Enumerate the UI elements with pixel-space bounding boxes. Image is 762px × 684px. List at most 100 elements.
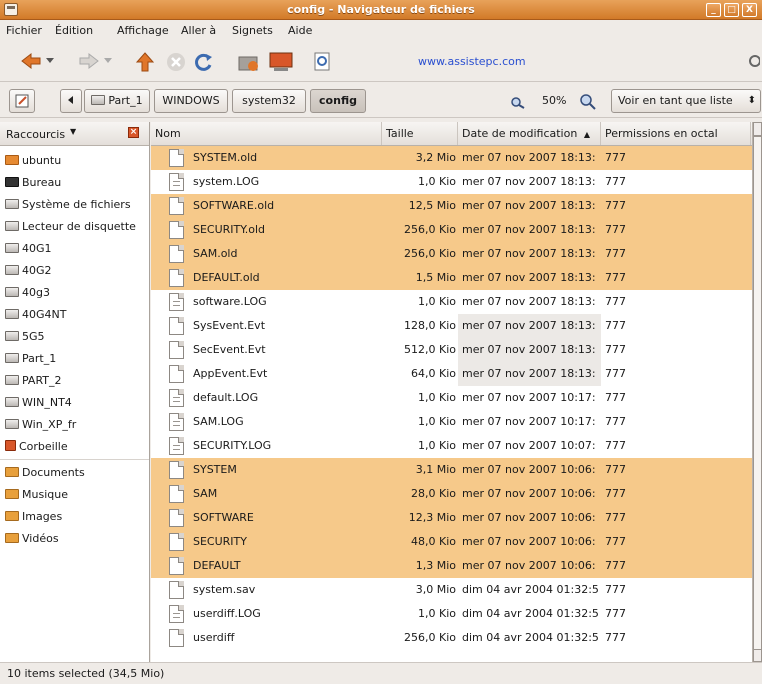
file-size: 28,0 Kio — [411, 487, 456, 500]
back-arrow-icon[interactable] — [20, 52, 42, 70]
menu-edition[interactable]: Édition — [55, 24, 93, 37]
sort-ascending-icon: ▲ — [583, 130, 590, 139]
stop-icon[interactable] — [166, 52, 186, 72]
file-row[interactable]: userdiff 256,0 Kio dim 04 avr 2004 01:32:5… — [151, 626, 752, 650]
path-button-part1[interactable]: Part_1 — [84, 89, 150, 113]
sidebar-header[interactable]: Raccourcis ▼ × — [0, 122, 149, 146]
up-arrow-icon[interactable] — [136, 52, 154, 72]
file-row[interactable]: SECURITY.LOG 1,0 Kio mer 07 nov 2007 10:07… — [151, 434, 752, 458]
sidebar-item[interactable]: Images — [5, 508, 148, 526]
path-button-system32[interactable]: system32 — [232, 89, 306, 113]
sidebar-item[interactable]: Bureau — [5, 174, 148, 192]
forward-dropdown-icon[interactable] — [104, 58, 112, 64]
file-row[interactable]: userdiff.LOG 1,0 Kio dim 04 avr 2004 01:32… — [151, 602, 752, 626]
file-size: 256,0 Kio — [404, 223, 456, 236]
sidebar-item[interactable]: WIN_NT4 — [5, 394, 148, 412]
file-row[interactable]: DEFAULT 1,3 Mio mer 07 nov 2007 10:06: 777 — [151, 554, 752, 578]
zoom-out-icon[interactable] — [511, 97, 525, 109]
path-button-windows[interactable]: WINDOWS — [154, 89, 228, 113]
file-row[interactable]: software.LOG 1,0 Kio mer 07 nov 2007 18:13… — [151, 290, 752, 314]
file-row[interactable]: SYSTEM 3,1 Mio mer 07 nov 2007 10:06: 777 — [151, 458, 752, 482]
sidebar-item[interactable]: PART_2 — [5, 372, 148, 390]
sidebar-item-label: Lecteur de disquette — [22, 220, 136, 233]
sidebar-title: Raccourcis — [6, 128, 66, 141]
document-icon — [169, 149, 184, 167]
file-permissions: 777 — [605, 367, 626, 380]
sidebar-item[interactable]: Système de fichiers — [5, 196, 148, 214]
sidebar-item-label: 40G1 — [22, 242, 52, 255]
file-row[interactable]: system.sav 3,0 Mio dim 04 avr 2004 01:32:5… — [151, 578, 752, 602]
vertical-scrollbar[interactable] — [752, 122, 762, 662]
back-dropdown-icon[interactable] — [46, 58, 54, 64]
sidebar-item[interactable]: Documents — [5, 464, 148, 482]
file-row[interactable]: SOFTWARE 12,3 Mio mer 07 nov 2007 10:06: 77… — [151, 506, 752, 530]
document-icon — [169, 245, 184, 263]
sidebar-item[interactable]: 40g3 — [5, 284, 148, 302]
menu-signets[interactable]: Signets — [232, 24, 273, 37]
sidebar-item[interactable]: 40G4NT — [5, 306, 148, 324]
file-row[interactable]: SOFTWARE.old 12,5 Mio mer 07 nov 2007 18:1… — [151, 194, 752, 218]
view-mode-select[interactable]: Voir en tant que liste ⬍ — [611, 89, 761, 113]
minimize-button[interactable]: _ — [706, 3, 721, 17]
zoom-in-icon[interactable] — [580, 94, 596, 110]
sidebar-close-icon[interactable]: × — [128, 127, 139, 138]
path-scroll-left-button[interactable] — [60, 89, 82, 113]
file-permissions: 777 — [605, 583, 626, 596]
edit-location-icon — [15, 94, 29, 108]
menu-affichage[interactable]: Affichage — [117, 24, 169, 37]
file-size: 48,0 Kio — [411, 535, 456, 548]
sidebar-item[interactable]: Corbeille — [5, 438, 148, 456]
scroll-thumb[interactable] — [753, 136, 762, 656]
sidebar-item[interactable]: Musique — [5, 486, 148, 504]
file-row[interactable]: SYSTEM.old 3,2 Mio mer 07 nov 2007 18:13: 7… — [151, 146, 752, 170]
sidebar-item[interactable]: Lecteur de disquette — [5, 218, 148, 236]
forward-arrow-icon[interactable] — [78, 52, 100, 70]
file-row[interactable]: SAM 28,0 Kio mer 07 nov 2007 10:06: 777 — [151, 482, 752, 506]
file-row[interactable]: SECURITY 48,0 Kio mer 07 nov 2007 10:06: 77… — [151, 530, 752, 554]
column-header-name[interactable]: Nom — [151, 122, 382, 145]
sidebar-item[interactable]: 5G5 — [5, 328, 148, 346]
title-bar[interactable]: config - Navigateur de fichiers _ □ X — [0, 0, 762, 20]
sidebar-item[interactable]: 40G2 — [5, 262, 148, 280]
file-size: 12,5 Mio — [408, 199, 456, 212]
file-row[interactable]: SysEvent.Evt 128,0 Kio mer 07 nov 2007 18:… — [151, 314, 752, 338]
sidebar-item[interactable]: ubuntu — [5, 152, 148, 170]
file-row[interactable]: SAM.old 256,0 Kio mer 07 nov 2007 18:13: 77… — [151, 242, 752, 266]
search-icon[interactable] — [314, 52, 332, 72]
sidebar-item[interactable]: 40G1 — [5, 240, 148, 258]
computer-icon[interactable] — [268, 52, 294, 72]
path-button-config[interactable]: config — [310, 89, 366, 113]
trash-icon — [5, 440, 16, 451]
file-row[interactable]: DEFAULT.old 1,5 Mio mer 07 nov 2007 18:13:… — [151, 266, 752, 290]
file-date: mer 07 nov 2007 10:06: — [462, 463, 596, 476]
sidebar-item[interactable]: Vidéos — [5, 530, 148, 548]
file-row[interactable]: SECURITY.old 256,0 Kio mer 07 nov 2007 18:… — [151, 218, 752, 242]
file-row[interactable]: SAM.LOG 1,0 Kio mer 07 nov 2007 10:17: 777 — [151, 410, 752, 434]
sidebar-item[interactable]: Part_1 — [5, 350, 148, 368]
file-row[interactable]: AppEvent.Evt 64,0 Kio mer 07 nov 2007 18:1… — [151, 362, 752, 386]
file-row[interactable]: system.LOG 1,0 Kio mer 07 nov 2007 18:13: 7… — [151, 170, 752, 194]
column-header-date[interactable]: Date de modification ▲ — [458, 122, 601, 145]
file-row[interactable]: SecEvent.Evt 512,0 Kio mer 07 nov 2007 18:… — [151, 338, 752, 362]
toggle-location-entry-button[interactable] — [9, 89, 35, 113]
file-date: mer 07 nov 2007 18:13: — [462, 295, 596, 308]
file-date: mer 07 nov 2007 10:06: — [462, 511, 596, 524]
home-folder-icon[interactable] — [238, 52, 260, 72]
document-icon — [169, 317, 184, 335]
reload-icon[interactable] — [194, 52, 214, 72]
maximize-button[interactable]: □ — [724, 3, 739, 17]
file-date: mer 07 nov 2007 10:06: — [462, 559, 596, 572]
scroll-up-button[interactable] — [753, 122, 762, 136]
menu-aller[interactable]: Aller à — [181, 24, 216, 37]
scroll-down-button[interactable] — [753, 649, 762, 662]
close-button[interactable]: X — [742, 3, 757, 17]
file-name: DEFAULT — [193, 559, 241, 572]
file-name: SysEvent.Evt — [193, 319, 266, 332]
column-header-size[interactable]: Taille — [382, 122, 458, 145]
sidebar-item[interactable]: Win_XP_fr — [5, 416, 148, 434]
menu-fichier[interactable]: Fichier — [6, 24, 42, 37]
menu-aide[interactable]: Aide — [288, 24, 312, 37]
folder-icon — [5, 533, 19, 543]
file-row[interactable]: default.LOG 1,0 Kio mer 07 nov 2007 10:17:… — [151, 386, 752, 410]
column-header-permissions[interactable]: Permissions en octal — [601, 122, 751, 145]
